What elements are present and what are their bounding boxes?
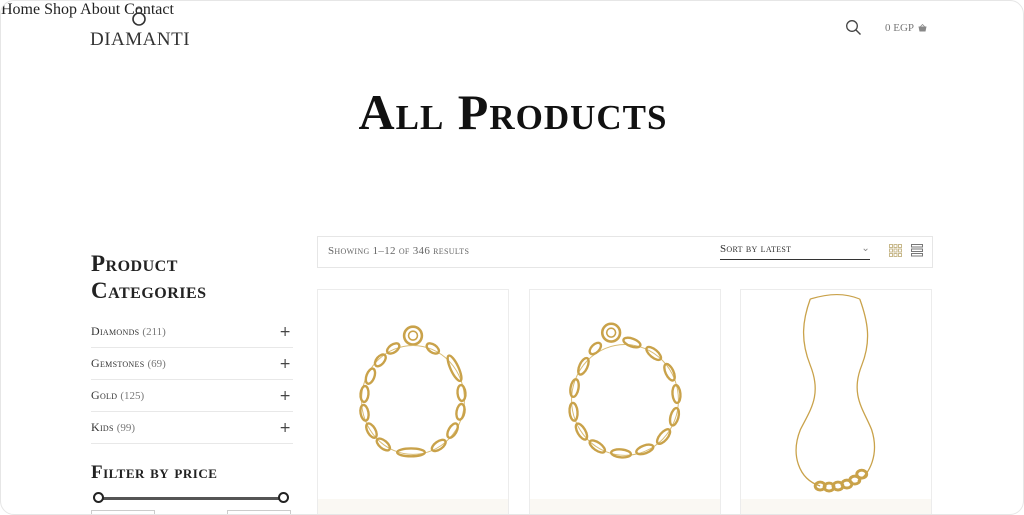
category-name: Gemstones xyxy=(91,356,145,370)
category-name: Gold xyxy=(91,388,118,402)
gold-chain-bracelet-image xyxy=(359,325,467,458)
product-card-footer xyxy=(741,499,931,514)
ring-icon xyxy=(132,7,146,26)
product-card-footer xyxy=(318,499,508,514)
min-price-field[interactable] xyxy=(91,510,155,514)
page-frame: DIAMANTI Home Shop About Contact 0 EGP A… xyxy=(0,0,1024,515)
sort-select[interactable]: Sort by latest ⌄ xyxy=(720,243,870,260)
expand-plus-icon[interactable]: + xyxy=(279,420,293,436)
expand-plus-icon[interactable]: + xyxy=(279,388,293,404)
page-title: All Products xyxy=(358,84,668,140)
category-count: (99) xyxy=(116,422,136,434)
slider-track xyxy=(97,497,285,500)
product-card[interactable] xyxy=(317,289,509,514)
cart-total: 0 EGP xyxy=(885,22,915,34)
category-list: Diamonds (211) + Gemstones (69) + Gold (125… xyxy=(91,316,293,444)
results-count: Showing 1–12 of 346 results xyxy=(328,245,470,257)
category-item-gemstones[interactable]: Gemstones (69) + xyxy=(91,348,293,380)
slider-handle-max[interactable] xyxy=(278,492,289,503)
filter-price-title: Filter by price xyxy=(91,462,218,483)
chevron-down-icon: ⌄ xyxy=(861,243,870,254)
product-card[interactable] xyxy=(529,289,721,514)
nav-home[interactable]: Home xyxy=(1,1,40,18)
list-view-icon[interactable] xyxy=(911,244,923,257)
search-icon[interactable] xyxy=(845,19,863,37)
category-count: (211) xyxy=(142,326,166,338)
expand-plus-icon[interactable]: + xyxy=(279,324,293,340)
product-card[interactable] xyxy=(740,289,932,514)
category-item-diamonds[interactable]: Diamonds (211) + xyxy=(91,316,293,348)
brand-logo[interactable]: DIAMANTI xyxy=(90,7,191,50)
gold-chain-necklace-image xyxy=(795,293,876,493)
basket-icon xyxy=(918,24,927,32)
category-count: (125) xyxy=(120,390,145,402)
brand-name: DIAMANTI xyxy=(90,29,191,50)
category-name: Diamonds xyxy=(91,324,140,338)
gold-chain-bracelet-image xyxy=(568,322,682,459)
expand-plus-icon[interactable]: + xyxy=(279,356,293,372)
max-price-field[interactable] xyxy=(227,510,291,514)
shop-toolbar: Showing 1–12 of 346 results Sort by late… xyxy=(317,236,933,268)
slider-handle-min[interactable] xyxy=(93,492,104,503)
category-count: (69) xyxy=(147,358,166,370)
grid-view-icon[interactable] xyxy=(889,244,902,257)
nav-shop[interactable]: Shop xyxy=(44,1,77,18)
product-card-footer xyxy=(530,499,720,514)
cart-button[interactable]: 0 EGP xyxy=(885,22,927,34)
categories-title-text: Product Categories xyxy=(91,251,207,303)
category-item-kids[interactable]: Kids (99) + xyxy=(91,412,293,444)
category-item-gold[interactable]: Gold (125) + xyxy=(91,380,293,412)
sort-label: Sort by latest xyxy=(720,243,792,255)
categories-title: Product Categories xyxy=(91,250,291,304)
price-range-slider[interactable] xyxy=(93,492,289,504)
category-name: Kids xyxy=(91,420,114,434)
